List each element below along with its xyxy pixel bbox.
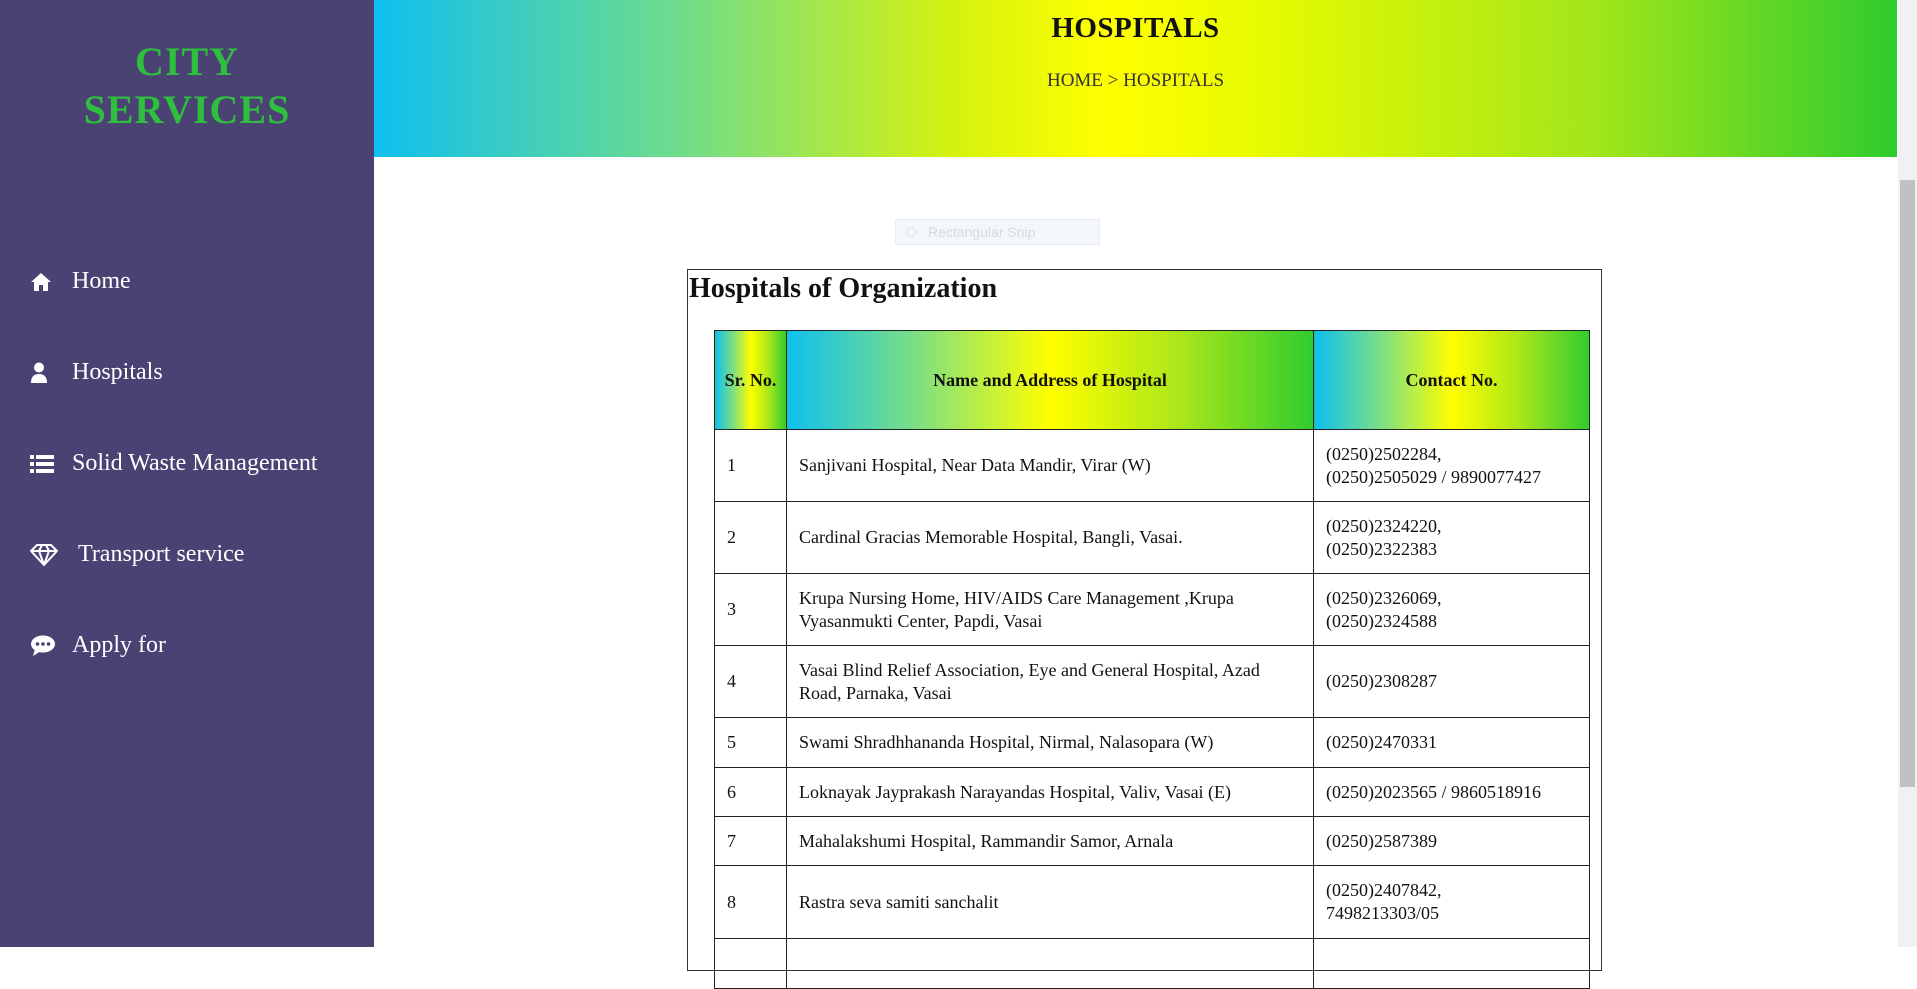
- contact-line: (0250)2326069,: [1326, 587, 1442, 608]
- user-icon: [30, 360, 66, 386]
- sidebar-item-transport-service[interactable]: Transport service: [0, 509, 374, 600]
- table-row: 2 Cardinal Gracias Memorable Hospital, B…: [714, 501, 1590, 574]
- cell-contact: (0250)2308287: [1313, 645, 1590, 718]
- cell-name: [786, 938, 1314, 989]
- contact-line: (0250)2502284,: [1326, 443, 1442, 464]
- page-header-banner: HOSPITALS HOME > HOSPITALS: [374, 0, 1897, 157]
- sidebar-item-solid-waste-management[interactable]: Solid Waste Management: [0, 418, 374, 509]
- hospitals-panel: Hospitals of Organization Sr. No. Name a…: [687, 269, 1602, 989]
- contact-line: (0250)2322383: [1326, 538, 1437, 559]
- cell-sr: [714, 938, 787, 989]
- contact-line: 7498213303/05: [1326, 903, 1440, 923]
- sidebar-item-label: Solid Waste Management: [72, 450, 318, 476]
- contact-line: (0250)2324588: [1326, 610, 1437, 631]
- table-header-row: Sr. No. Name and Address of Hospital Con…: [714, 330, 1590, 430]
- home-icon: [30, 269, 66, 295]
- column-header-sr-no: Sr. No.: [714, 330, 787, 430]
- cell-contact: [1313, 938, 1590, 989]
- cell-sr: 6: [714, 767, 787, 817]
- brand-line-2: SERVICES: [83, 87, 291, 132]
- cell-sr: 2: [714, 501, 787, 574]
- table-row: [714, 938, 1590, 989]
- cell-contact: (0250)2023565 / 9860518916: [1313, 767, 1590, 817]
- contact-line: (0250)2407842,: [1326, 880, 1442, 900]
- table-row: 7 Mahalakshumi Hospital, Rammandir Samor…: [714, 816, 1590, 866]
- sidebar-nav: Home Hospitals Solid Waste Management Tr…: [0, 236, 374, 691]
- scrollbar-thumb[interactable]: [1900, 180, 1915, 787]
- table-row: 5 Swami Shradhhananda Hospital, Nirmal, …: [714, 717, 1590, 768]
- cell-contact: (0250)2587389: [1313, 816, 1590, 866]
- cell-name: Vasai Blind Relief Association, Eye and …: [786, 645, 1314, 718]
- sidebar: CITY SERVICES Home Hospitals Solid Waste…: [0, 0, 374, 947]
- cell-contact: (0250)2502284, (0250)2505029 / 9890077427: [1313, 429, 1590, 502]
- sidebar-item-label: Apply for: [72, 632, 166, 658]
- cell-sr: 8: [714, 865, 787, 939]
- cell-contact: (0250)2324220, (0250)2322383: [1313, 501, 1590, 574]
- sidebar-item-apply-for[interactable]: Apply for: [0, 600, 374, 691]
- list-icon: [30, 451, 66, 477]
- chat-icon: [30, 633, 66, 659]
- column-header-name: Name and Address of Hospital: [786, 330, 1314, 430]
- column-header-contact: Contact No.: [1313, 330, 1590, 430]
- diamond-icon: [30, 542, 66, 568]
- sidebar-item-label: Hospitals: [72, 359, 163, 385]
- sidebar-item-label: Transport service: [78, 541, 245, 567]
- table-row: 1 Sanjivani Hospital, Near Data Mandir, …: [714, 429, 1590, 502]
- breadcrumb[interactable]: HOME > HOSPITALS: [374, 70, 1897, 92]
- contact-line: (0250)2324220,: [1326, 515, 1442, 536]
- cell-sr: 7: [714, 816, 787, 866]
- cell-name: Sanjivani Hospital, Near Data Mandir, Vi…: [786, 429, 1314, 502]
- sidebar-item-label: Home: [72, 268, 131, 294]
- table-row: 4 Vasai Blind Relief Association, Eye an…: [714, 645, 1590, 718]
- brand-logo[interactable]: CITY SERVICES: [0, 38, 374, 134]
- cell-sr: 3: [714, 573, 787, 646]
- table-row: 3 Krupa Nursing Home, HIV/AIDS Care Mana…: [714, 573, 1590, 646]
- cell-contact: (0250)2407842, 7498213303/05: [1313, 865, 1590, 939]
- sidebar-item-hospitals[interactable]: Hospitals: [0, 327, 374, 418]
- brand-line-1: CITY: [134, 39, 240, 84]
- page-title: HOSPITALS: [1051, 12, 1220, 44]
- rectangular-snip-overlay[interactable]: Rectangular Snip: [895, 219, 1100, 245]
- cell-name: Loknayak Jayprakash Narayandas Hospital,…: [786, 767, 1314, 817]
- cell-name: Swami Shradhhananda Hospital, Nirmal, Na…: [786, 717, 1314, 768]
- hospitals-table: Sr. No. Name and Address of Hospital Con…: [714, 330, 1590, 989]
- vertical-scrollbar[interactable]: [1898, 0, 1917, 947]
- contact-line: (0250)2505029 / 9890077427: [1326, 466, 1541, 487]
- section-title: Hospitals of Organization: [689, 273, 998, 304]
- radio-icon: [906, 227, 916, 237]
- cell-contact: (0250)2470331: [1313, 717, 1590, 768]
- cell-sr: 1: [714, 429, 787, 502]
- cell-name: Rastra seva samiti sanchalit: [786, 865, 1314, 939]
- cell-name: Mahalakshumi Hospital, Rammandir Samor, …: [786, 816, 1314, 866]
- sidebar-item-home[interactable]: Home: [0, 236, 374, 327]
- table-row: 8 Rastra seva samiti sanchalit (0250)240…: [714, 865, 1590, 939]
- cell-contact: (0250)2326069, (0250)2324588: [1313, 573, 1590, 646]
- snip-label: Rectangular Snip: [928, 224, 1036, 240]
- cell-sr: 5: [714, 717, 787, 768]
- cell-sr: 4: [714, 645, 787, 718]
- table-row: 6 Loknayak Jayprakash Narayandas Hospita…: [714, 767, 1590, 817]
- cell-name: Krupa Nursing Home, HIV/AIDS Care Manage…: [786, 573, 1314, 646]
- cell-name: Cardinal Gracias Memorable Hospital, Ban…: [786, 501, 1314, 574]
